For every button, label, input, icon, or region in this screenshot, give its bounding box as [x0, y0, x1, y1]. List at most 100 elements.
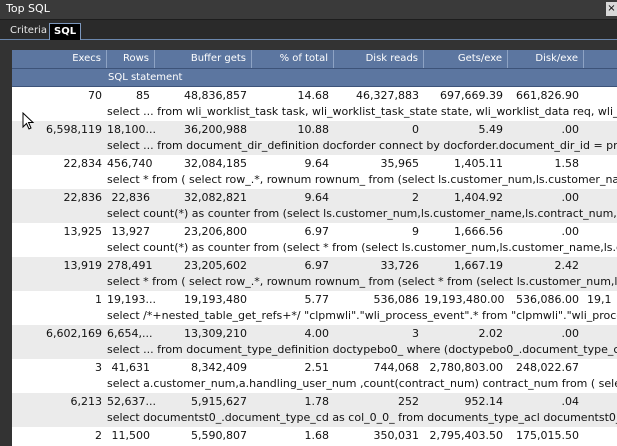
tab-sql[interactable]: SQL — [49, 23, 82, 40]
cell-rows: 19,193... — [107, 293, 155, 306]
table-row[interactable]: 6,598,119 18,100... 36,200,988 10.88 0 5.49.0… — [12, 121, 617, 155]
cell-rows: 41,631 — [111, 361, 151, 374]
cell-gets-exe: 2,780,803.00 — [429, 361, 503, 374]
cell-gets-exe: 952.14 — [464, 395, 504, 408]
cell-buffer-gets: 5,915,627 — [191, 395, 247, 408]
cell-buffer-gets: 36,200,988 — [184, 123, 247, 136]
cell-next-column — [584, 360, 617, 376]
cell-execs: 13,925 — [63, 225, 103, 238]
cell-sql-statement: select count(*) as counter from (select … — [107, 207, 617, 220]
cell-disk-reads: 744,068 — [373, 361, 420, 374]
cell-sql-statement: select ... from document_dir_definition … — [107, 139, 617, 152]
column-header-disk-exe[interactable]: Disk/exe — [508, 50, 584, 68]
sql-statement-header: SQL statement — [12, 69, 617, 87]
cell-pct-total: 5.77 — [304, 293, 330, 306]
column-header-rows[interactable]: Rows — [107, 50, 155, 68]
cell-execs: 6,213 — [70, 395, 103, 408]
cell-disk-exe: .04 — [561, 395, 580, 408]
tab-criteria[interactable]: Criteria — [6, 23, 51, 39]
cell-next-column — [584, 326, 617, 342]
cell-pct-total: 2.51 — [304, 361, 330, 374]
tab-bar: Criteria SQL — [0, 20, 617, 40]
column-header-execs[interactable]: Execs — [12, 50, 107, 68]
cell-execs: 13,919 — [63, 259, 103, 272]
cell-rows: 18,100... — [107, 123, 155, 136]
cell-gets-exe: 2.02 — [478, 327, 504, 340]
cell-disk-reads: 0 — [412, 123, 419, 136]
cell-gets-exe: 1,667.19 — [454, 259, 503, 272]
cell-disk-reads: 2 — [412, 191, 419, 204]
cell-disk-exe: 1.58 — [554, 157, 580, 170]
cell-disk-exe: .00 — [561, 123, 580, 136]
cell-rows: 13,927 — [111, 225, 151, 238]
cell-disk-exe: .00 — [561, 191, 580, 204]
cell-gets-exe: 1,666.56 — [454, 225, 503, 238]
window-title: Top SQL — [6, 2, 50, 15]
table-row[interactable]: 6,213 52,637... 5,915,627 1.78 252 952.14 .04 s… — [12, 393, 617, 427]
column-header-buffer-gets[interactable]: Buffer gets — [155, 50, 252, 68]
cell-sql-statement: select /*+nested_table_get_refs+*/ "clpm… — [107, 309, 617, 322]
table-row[interactable]: 6,602,169 6,654,... 13,309,210 4.00 3 2.02 .00… — [12, 325, 617, 359]
cell-next-column — [584, 88, 617, 104]
cell-sql-statement: select * from ( select row_.*, rownum ro… — [107, 275, 617, 288]
table-row[interactable]: 1 19,193... 19,193,480 5.77 536,086 19,193,48… — [12, 291, 617, 325]
cell-disk-reads: 252 — [398, 395, 419, 408]
column-header-sql-statement[interactable]: SQL statement — [108, 69, 182, 86]
cell-next-column — [584, 190, 617, 206]
column-header-disk-reads[interactable]: Disk reads — [334, 50, 424, 68]
window-title-bar: Top SQL × — [0, 0, 617, 20]
cell-rows: 22,836 — [111, 191, 151, 204]
cell-rows: 11,500 — [111, 429, 151, 442]
cell-gets-exe: 19,193,480.00 — [424, 293, 505, 306]
cell-disk-exe: .00 — [561, 225, 580, 238]
cell-buffer-gets: 13,309,210 — [184, 327, 247, 340]
sql-table: Execs Rows Buffer gets % of total Disk r… — [12, 50, 617, 446]
cell-rows: 85 — [136, 89, 150, 102]
cell-execs: 22,836 — [63, 191, 103, 204]
table-row[interactable]: 3 41,631 8,342,409 2.51 744,068 2,780,803.00 2… — [12, 359, 617, 393]
cell-disk-reads: 9 — [412, 225, 419, 238]
cell-buffer-gets: 8,342,409 — [191, 361, 247, 374]
table-header: Execs Rows Buffer gets % of total Disk r… — [12, 50, 617, 69]
cell-execs: 6,602,169 — [46, 327, 102, 340]
cell-disk-exe: .00 — [561, 327, 580, 340]
cell-execs: 2 — [95, 429, 102, 442]
cell-gets-exe: 1,404.92 — [454, 191, 503, 204]
cell-pct-total: 6.97 — [304, 259, 330, 272]
cell-disk-reads: 33,726 — [380, 259, 420, 272]
column-header-gets-exe[interactable]: Gets/exe — [424, 50, 508, 68]
table-row[interactable]: 22,836 22,836 32,082,821 9.64 2 1,404.92 .00 se… — [12, 189, 617, 223]
close-icon[interactable]: × — [606, 2, 617, 16]
cell-gets-exe: 2,795,403.50 — [429, 429, 503, 442]
cell-disk-reads: 350,031 — [373, 429, 420, 442]
cell-buffer-gets: 32,082,821 — [184, 191, 247, 204]
cell-pct-total: 9.64 — [304, 157, 330, 170]
cell-next-column — [584, 258, 617, 274]
cell-buffer-gets: 19,193,480 — [184, 293, 247, 306]
cell-gets-exe: 1,405.11 — [454, 157, 503, 170]
cell-disk-exe: 661,826.90 — [516, 89, 579, 102]
cell-next-column — [584, 122, 617, 138]
cell-next-column — [584, 428, 617, 444]
cell-disk-exe: 175,015.50 — [516, 429, 579, 442]
cell-buffer-gets: 23,206,800 — [184, 225, 247, 238]
cell-pct-total: 4.00 — [304, 327, 330, 340]
table-row[interactable]: 13,925 13,927 23,206,800 6.97 9 1,666.56 .00 se… — [12, 223, 617, 257]
cell-pct-total: 9.64 — [304, 191, 330, 204]
cell-pct-total: 1.68 — [304, 429, 330, 442]
table-row[interactable]: 2 11,500 5,590,807 1.68 350,031 2,795,403.50 1… — [12, 427, 617, 446]
column-header-pct-total[interactable]: % of total — [252, 50, 334, 68]
cell-disk-reads: 3 — [412, 327, 419, 340]
cell-pct-total: 14.68 — [297, 89, 330, 102]
table-row[interactable]: 22,834 456,740 32,084,185 9.64 35,965 1,405.1… — [12, 155, 617, 189]
cell-disk-reads: 35,965 — [380, 157, 420, 170]
table-row[interactable]: 70 85 48,836,857 14.68 46,327,883 697,669.39 6… — [12, 87, 617, 121]
cell-sql-statement: select documentst0_.document_type_cd as … — [107, 411, 617, 424]
cell-pct-total: 10.88 — [297, 123, 330, 136]
cell-pct-total: 6.97 — [304, 225, 330, 238]
cell-gets-exe: 697,669.39 — [440, 89, 503, 102]
cell-disk-exe: 248,022.67 — [516, 361, 579, 374]
cell-execs: 22,834 — [63, 157, 103, 170]
table-row[interactable]: 13,919 278,491 23,205,602 6.97 33,726 1,667.1… — [12, 257, 617, 291]
cell-rows: 52,637... — [107, 395, 155, 408]
